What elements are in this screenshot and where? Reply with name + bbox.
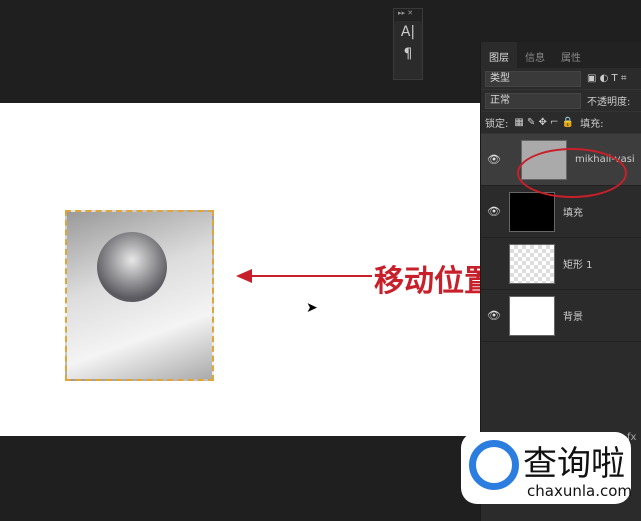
opacity-label: 不透明度: [587, 97, 631, 108]
arrow-head-icon [236, 269, 252, 283]
character-mini-panel: ▸▸ ✕ A| ¶ [393, 8, 423, 80]
filter-select[interactable]: 类型 [485, 70, 581, 87]
cat-image-layer[interactable] [65, 210, 214, 381]
layer-thumbnail [509, 243, 555, 284]
blend-mode-select[interactable]: 正常 [485, 92, 581, 109]
lock-label: 锁定: [485, 119, 509, 130]
search-logo-icon [469, 440, 519, 490]
eye-icon[interactable]: 👁 [487, 309, 501, 322]
watermark-en: chaxunla.com [527, 482, 632, 500]
mini-panel-header[interactable]: ▸▸ ✕ [394, 9, 422, 21]
tab-layers[interactable]: 图层 [481, 42, 517, 68]
move-cursor-icon: ➤ [306, 300, 318, 316]
paragraph-panel-button[interactable]: ¶ [394, 43, 422, 65]
watermark-cn: 查询啦 [523, 444, 625, 484]
lock-icons[interactable]: ▦ ✎ ✥ ⌐ 🔒 [514, 117, 574, 128]
annotation-arrow [238, 275, 378, 277]
layer-name: 填充 [563, 208, 583, 219]
fill-label: 填充: [580, 119, 604, 130]
tab-info[interactable]: 信息 [517, 42, 553, 68]
layer-row[interactable]: 矩形 1 [481, 238, 641, 290]
highlight-ellipse [517, 148, 627, 198]
annotation-label: 移动位置 [372, 256, 496, 300]
layer-thumbnail [509, 295, 555, 336]
eye-icon[interactable]: 👁 [487, 205, 501, 218]
filter-icons[interactable]: ▣ ◐ T ⌗ [587, 73, 626, 84]
layer-thumbnail [509, 191, 555, 232]
layer-name: 矩形 1 [563, 260, 593, 271]
character-panel-button[interactable]: A| [394, 21, 422, 43]
tab-properties[interactable]: 属性 [553, 42, 589, 68]
layer-name: 背景 [563, 312, 583, 323]
layer-row[interactable]: 👁 背景 [481, 290, 641, 342]
watermark-logo: 查询啦 chaxunla.com [461, 432, 632, 504]
eye-icon[interactable]: 👁 [487, 153, 501, 166]
